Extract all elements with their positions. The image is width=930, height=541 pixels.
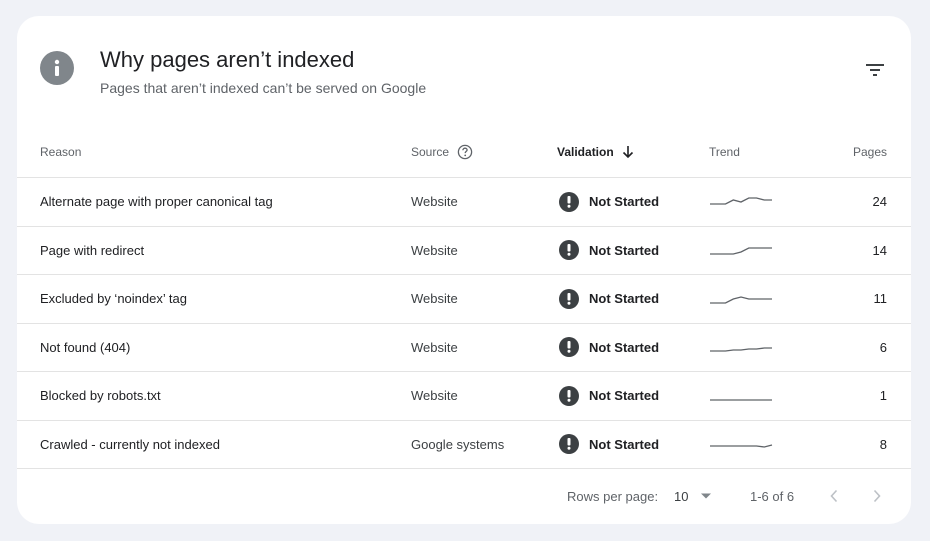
pagination-range: 1-6 of 6 — [750, 488, 795, 504]
row-reason: Not found (404) — [40, 339, 131, 355]
row-source: Website — [411, 194, 458, 210]
row-trend — [709, 372, 773, 420]
column-header-pages-label: Pages — [852, 145, 887, 159]
row-validation-status: Not Started — [559, 372, 659, 420]
column-header-trend-label: Trend — [709, 145, 740, 159]
row-source: Website — [411, 339, 458, 355]
row-source: Google systems — [411, 436, 505, 452]
rows-per-page-label: Rows per page: — [567, 488, 659, 504]
column-header-source-label: Source — [411, 145, 450, 159]
pages-not-indexed-card: Why pages aren’t indexed Pages that aren… — [17, 16, 911, 524]
column-header-source[interactable]: Source — [411, 126, 473, 178]
table-row[interactable]: Not found (404) Website Not Started 6 — [17, 324, 911, 372]
trend-line — [710, 296, 772, 304]
row-validation-status: Not Started — [559, 227, 659, 275]
row-source: Website — [411, 291, 458, 307]
dropdown-arrow-icon — [700, 492, 712, 500]
row-validation-status: Not Started — [559, 178, 659, 226]
trend-line — [710, 197, 772, 205]
row-trend — [709, 178, 773, 226]
row-pages-count: 8 — [879, 436, 887, 452]
table-row[interactable]: Crawled - currently not indexed Google sy… — [17, 421, 911, 469]
row-source: Website — [411, 242, 458, 258]
previous-page-button[interactable] — [829, 470, 839, 522]
column-header-pages[interactable]: Pages — [853, 126, 887, 178]
column-header-reason-label: Reason — [40, 145, 82, 159]
trend-line — [710, 247, 772, 255]
row-reason: Crawled - currently not indexed — [40, 436, 220, 452]
filter-icon[interactable] — [862, 58, 888, 82]
alert-icon — [559, 288, 579, 309]
row-reason: Excluded by ‘noindex’ tag — [40, 291, 187, 307]
help-icon[interactable] — [457, 144, 473, 160]
trend-sparkline — [710, 347, 772, 352]
alert-icon — [559, 240, 579, 261]
table-row[interactable]: Blocked by robots.txt Website Not Started 1 — [17, 372, 911, 421]
table-header: Reason Source Validation Trend Pages — [17, 126, 911, 178]
trend-sparkline — [710, 197, 772, 205]
row-validation-label: Not Started — [589, 242, 660, 258]
row-validation-label: Not Started — [589, 436, 660, 452]
table-row[interactable]: Page with redirect Website Not Started 14 — [17, 227, 911, 275]
row-validation-label: Not Started — [589, 388, 660, 404]
alert-icon — [559, 434, 579, 455]
row-pages-count: 11 — [873, 291, 888, 307]
column-header-validation[interactable]: Validation — [557, 126, 634, 178]
alert-icon — [559, 385, 579, 406]
card-subtitle: Pages that aren’t indexed can’t be serve… — [100, 80, 427, 96]
row-validation-status: Not Started — [559, 324, 659, 372]
trend-sparkline — [710, 444, 773, 448]
alert-icon — [559, 191, 579, 212]
sort-descending-icon — [622, 145, 634, 159]
row-pages-count: 14 — [872, 242, 887, 258]
trend-sparkline — [710, 296, 772, 304]
trend-sparkline — [710, 247, 772, 255]
info-icon — [40, 51, 74, 85]
row-validation-status: Not Started — [559, 275, 659, 323]
card-title: Why pages aren’t indexed — [100, 47, 355, 72]
chevron-left-icon — [830, 489, 838, 503]
row-reason: Alternate page with proper canonical tag — [40, 194, 273, 210]
next-page-button[interactable] — [872, 470, 882, 522]
row-reason: Blocked by robots.txt — [40, 388, 161, 404]
rows-per-page-value: 10 — [674, 488, 689, 504]
column-header-reason[interactable]: Reason — [40, 126, 81, 178]
trend-sparkline — [710, 399, 772, 401]
chevron-right-icon — [873, 489, 881, 503]
pagination-footer: Rows per page: 10 1-6 of 6 — [17, 470, 911, 522]
row-trend — [709, 421, 773, 469]
column-header-validation-label: Validation — [557, 145, 614, 159]
trend-line — [710, 444, 773, 448]
row-trend — [709, 227, 773, 275]
row-validation-label: Not Started — [589, 291, 660, 307]
row-validation-label: Not Started — [589, 194, 660, 210]
row-pages-count: 24 — [872, 194, 887, 210]
trend-line — [710, 347, 772, 352]
table-row[interactable]: Excluded by ‘noindex’ tag Website Not Star… — [17, 275, 911, 324]
alert-icon — [559, 337, 579, 358]
row-pages-count: 6 — [879, 339, 887, 355]
rows-per-page-select[interactable]: 10 — [674, 470, 712, 522]
table-row[interactable]: Alternate page with proper canonical tag… — [17, 178, 911, 227]
row-trend — [709, 324, 773, 372]
table-body: Alternate page with proper canonical tag… — [17, 178, 911, 469]
row-trend — [709, 275, 773, 323]
row-source: Website — [411, 388, 458, 404]
card-header: Why pages aren’t indexed Pages that aren… — [17, 16, 911, 136]
column-header-trend: Trend — [709, 126, 740, 178]
row-validation-status: Not Started — [559, 421, 659, 469]
row-validation-label: Not Started — [589, 339, 660, 355]
row-pages-count: 1 — [879, 388, 887, 404]
row-reason: Page with redirect — [40, 242, 145, 258]
